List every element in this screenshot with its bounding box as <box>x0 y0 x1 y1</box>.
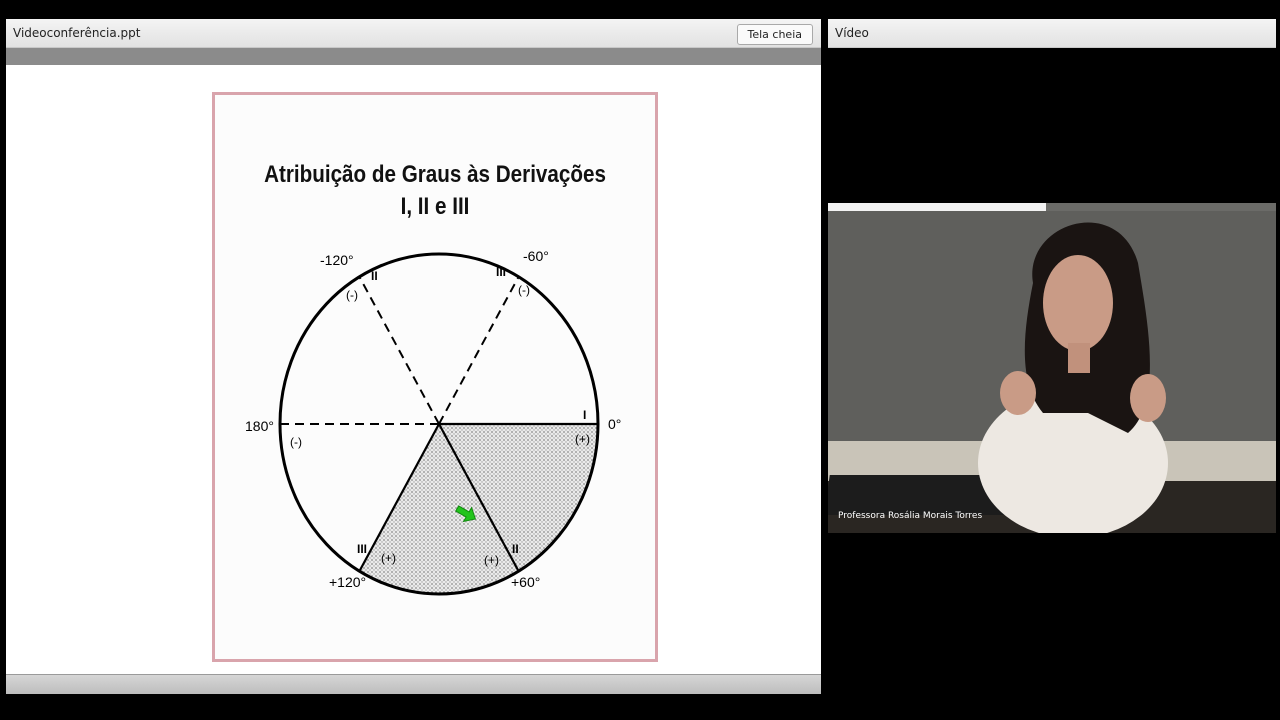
sign-pos-II: (+) <box>484 553 499 567</box>
share-pod-header: Videoconferência.ppt Tela cheia <box>6 19 821 48</box>
presenter-video-image <box>828 203 1276 533</box>
sign-neg-III: (-) <box>518 283 530 297</box>
lead-III-negative-line <box>438 276 520 425</box>
lead-angle-diagram: -120° -60° 180° 0° +120° +60° II III I I… <box>245 248 621 596</box>
fullscreen-button[interactable]: Tela cheia <box>736 24 813 45</box>
lead-II-negative-line <box>358 276 440 425</box>
angle-label-0: 0° <box>608 416 621 432</box>
share-pod-title: Videoconferência.ppt <box>13 26 141 40</box>
lead-III-positive-label: III <box>357 542 367 556</box>
lead-II-positive-label: II <box>512 542 519 556</box>
video-feed[interactable]: Professora Rosália Morais Torres <box>828 203 1276 533</box>
sign-neg-I: (-) <box>290 435 302 449</box>
video-pod-title: Vídeo <box>835 26 869 40</box>
lead-I-label: I <box>583 408 586 422</box>
presenter-name-caption: Professora Rosália Morais Torres <box>838 511 983 521</box>
angle-label-plus120: +120° <box>329 574 366 590</box>
video-pod-header: Vídeo <box>828 19 1276 48</box>
positive-sector <box>359 424 598 594</box>
angle-label-minus120: -120° <box>320 252 354 268</box>
sign-neg-II: (-) <box>346 288 358 302</box>
share-status-strip <box>6 674 821 694</box>
video-pod: Vídeo Professora Rosália Morais Torres <box>828 19 1276 694</box>
slide: Atribuição de Graus às Derivações I, II … <box>212 92 658 662</box>
slide-area: Atribuição de Graus às Derivações I, II … <box>6 65 821 675</box>
lead-III-negative-label: III <box>496 265 506 279</box>
sign-pos-I: (+) <box>575 432 590 446</box>
share-pod: Videoconferência.ppt Tela cheia Atribuiç… <box>6 19 821 694</box>
sign-pos-III: (+) <box>381 551 396 565</box>
share-toolbar-strip <box>6 48 821 65</box>
angle-label-plus60: +60° <box>511 574 540 590</box>
angle-label-minus60: -60° <box>523 248 549 264</box>
angle-label-180: 180° <box>245 418 274 434</box>
lead-II-negative-label: II <box>371 269 378 283</box>
